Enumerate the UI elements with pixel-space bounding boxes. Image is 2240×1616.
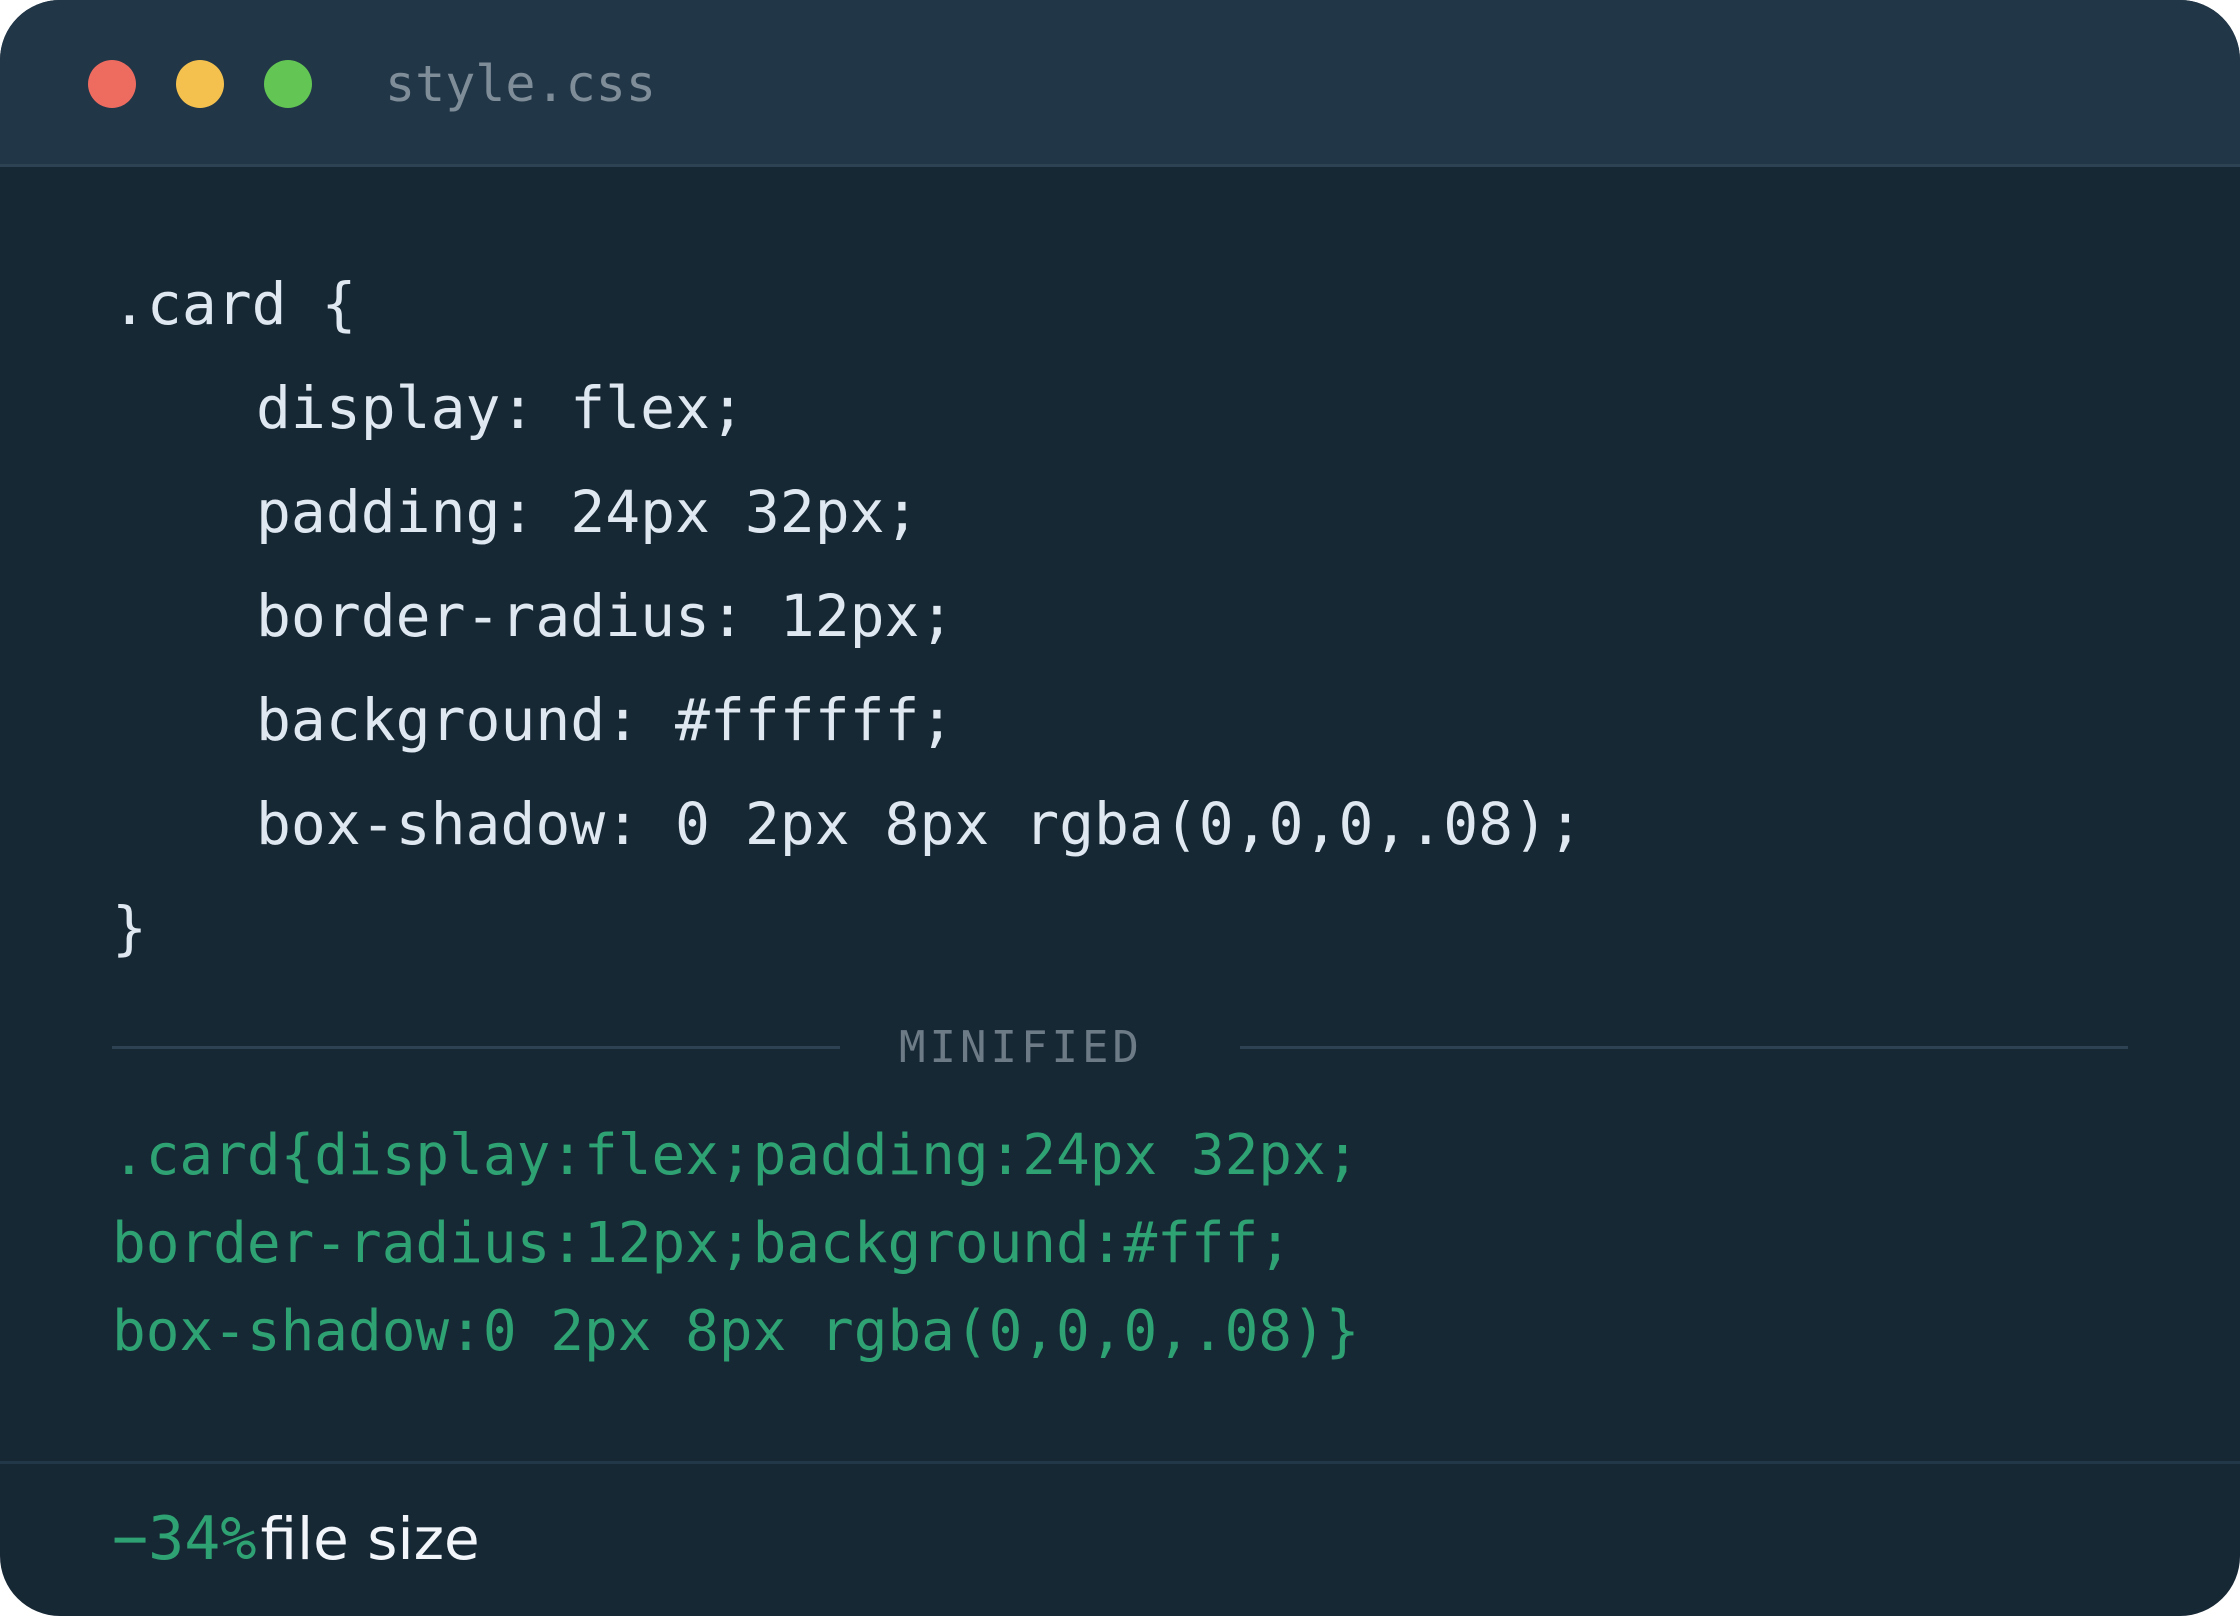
close-button[interactable]: [88, 60, 136, 108]
code-window: style.css .card { display: flex; padding…: [0, 0, 2240, 1616]
title-bar: style.css: [0, 0, 2240, 167]
footer-divider: [0, 1461, 2240, 1464]
file-name: style.css: [385, 55, 656, 113]
minified-code-block: .card{display:flex;padding:24px 32px; bo…: [112, 1112, 1359, 1376]
divider-rule-left: [112, 1046, 840, 1049]
minified-line: .card{display:flex;padding:24px 32px;: [112, 1123, 1360, 1188]
divider-rule-right: [1240, 1046, 2128, 1049]
code-line: box-shadow: 0 2px 8px rgba(0,0,0,.08);: [256, 790, 1583, 858]
code-line: display: flex;: [256, 374, 745, 442]
minified-line: border-radius:12px;background:#fff;: [112, 1211, 1293, 1276]
code-line: .card {: [112, 270, 357, 338]
size-reduction-value: −34%: [112, 1504, 257, 1574]
code-line: border-radius: 12px;: [256, 582, 955, 650]
maximize-button[interactable]: [264, 60, 312, 108]
code-line: background: #ffffff;: [256, 686, 955, 754]
minimize-button[interactable]: [176, 60, 224, 108]
minified-divider-label: MINIFIED: [899, 1022, 1143, 1073]
footer-stat: −34% file size: [112, 1504, 480, 1574]
code-line: }: [112, 894, 147, 962]
code-line: padding: 24px 32px;: [256, 478, 920, 546]
size-reduction-label: file size: [260, 1505, 480, 1573]
minified-line: box-shadow:0 2px 8px rgba(0,0,0,.08)}: [112, 1299, 1360, 1364]
source-code-block: .card { display: flex; padding: 24px 32p…: [112, 252, 1583, 980]
